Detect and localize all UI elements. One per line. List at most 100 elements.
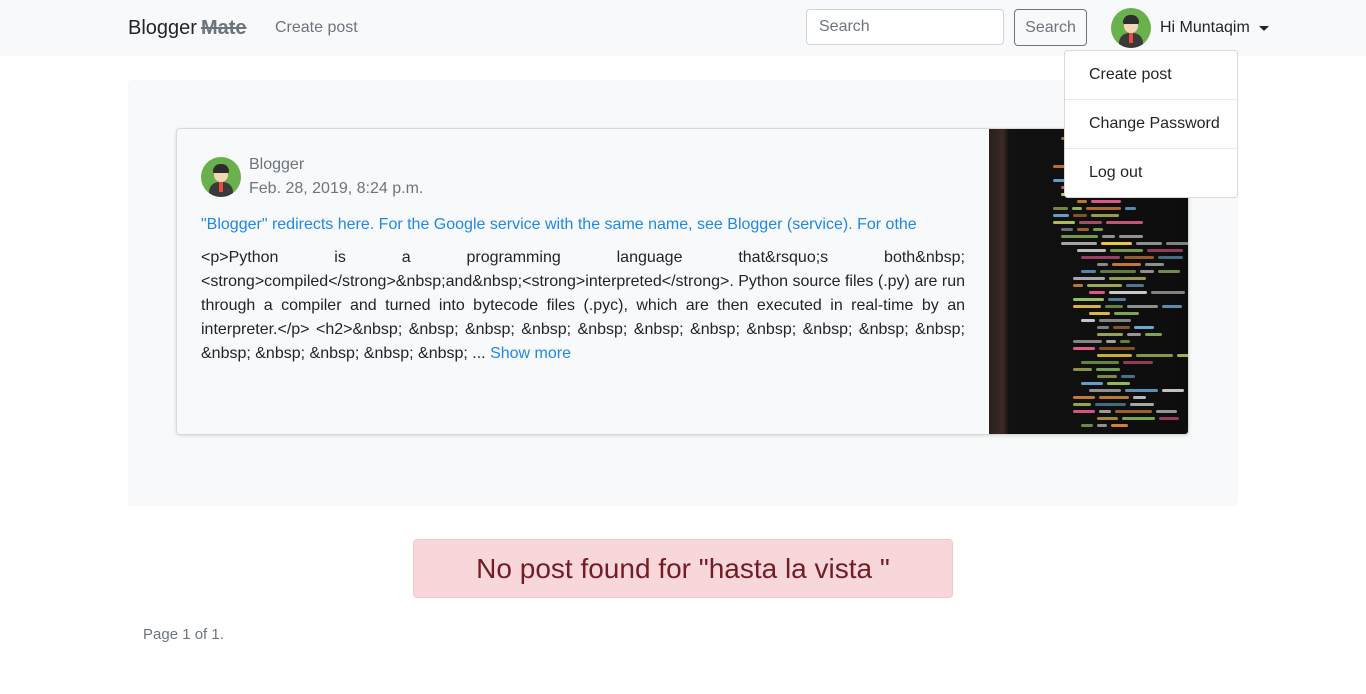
code-line [1147,249,1183,252]
code-line [1133,396,1146,399]
code-line [1089,389,1121,392]
code-line [1110,249,1143,252]
code-line [1125,389,1158,392]
code-line [1162,389,1184,392]
post-title-link[interactable]: "Blogger" redirects here. For the Google… [201,216,941,234]
code-line [1077,200,1087,203]
code-line [1073,214,1087,217]
code-line [1136,354,1173,357]
user-menu-toggle[interactable]: Hi Muntaqim [1111,8,1269,48]
code-line [1061,228,1073,231]
search-input[interactable] [806,9,1004,45]
search-button[interactable]: Search [1014,9,1087,46]
code-line [1073,368,1092,371]
code-line [1099,396,1129,399]
code-line [1123,361,1153,364]
code-line [1140,270,1154,273]
code-line [1073,347,1095,350]
code-line [1114,312,1139,315]
post-excerpt: <p>Python is a programming language that… [201,246,965,366]
code-line [1089,312,1110,315]
code-line [1102,235,1115,238]
navbar: BloggerMate Create post Search Hi Muntaq… [0,0,1366,56]
code-line [1126,284,1144,287]
code-line [1119,235,1143,238]
code-line [1107,382,1130,385]
code-line [1127,333,1141,336]
code-line [1113,326,1130,329]
dropdown-item-change-password[interactable]: Change Password [1065,100,1237,148]
user-avatar-icon [1111,8,1151,48]
code-line [1099,319,1131,322]
post-author: Blogger [249,156,305,173]
code-line [1105,305,1123,308]
code-line [1134,326,1154,329]
code-line [1125,207,1136,210]
code-line [1130,403,1154,406]
code-line [1053,221,1075,224]
code-line [1177,354,1188,357]
code-line [1081,361,1119,364]
user-dropdown-menu: Create post Change Password Log out [1064,50,1238,198]
code-line [1073,340,1102,343]
code-line [1053,214,1069,217]
code-line [1077,228,1089,231]
code-line [1093,228,1103,231]
code-line [1073,305,1101,308]
code-line [1115,410,1152,413]
pagination-info: Page 1 of 1. [143,626,224,643]
dropdown-item-log-out[interactable]: Log out [1065,149,1237,197]
code-line [1081,382,1103,385]
code-line [1073,298,1104,301]
code-line [1145,263,1164,266]
code-line [1097,417,1118,420]
code-line [1122,417,1155,420]
code-line [1072,207,1082,210]
code-line [1109,291,1147,294]
code-line [1097,263,1108,266]
code-line [1109,277,1146,280]
code-line [1127,305,1158,308]
code-line [1073,284,1083,287]
code-line [1106,340,1116,343]
code-line [1081,270,1096,273]
show-more-link[interactable]: Show more [490,345,571,362]
code-line [1087,284,1122,287]
code-line [1097,424,1107,427]
code-line [1106,221,1143,224]
code-line [1111,424,1128,427]
code-line [1120,340,1130,343]
code-line [1156,410,1177,413]
code-line [1095,403,1126,406]
code-line [1112,263,1141,266]
user-greeting: Hi Muntaqim [1160,19,1250,36]
code-line [1061,235,1098,238]
code-line [1100,270,1136,273]
code-line [1159,417,1179,420]
code-line [1097,326,1109,329]
post-date: Feb. 28, 2019, 8:24 p.m. [249,180,424,197]
code-line [1124,256,1154,259]
code-line [1081,319,1095,322]
no-results-alert: No post found for "hasta la vista " [413,539,953,598]
code-line [1086,207,1121,210]
code-line [1073,277,1105,280]
code-line [1073,396,1095,399]
code-line [1077,249,1106,252]
code-line [1166,242,1188,245]
code-line [1101,242,1132,245]
author-avatar-wrapper [201,157,241,197]
brand-logo[interactable]: Blogger Mate [128,17,247,40]
code-line [1151,291,1185,294]
code-line [1081,256,1120,259]
post-excerpt-text: <p>Python is a programming language that… [201,249,966,362]
code-line [1162,305,1182,308]
code-line [1073,410,1095,413]
brand-suffix: Mate [200,17,247,39]
caret-down-icon [1258,25,1269,31]
code-line [1145,333,1162,336]
dropdown-item-create-post[interactable]: Create post [1065,51,1237,99]
code-line [1099,410,1111,413]
nav-create-post-link[interactable]: Create post [275,19,358,37]
code-line [1061,242,1097,245]
